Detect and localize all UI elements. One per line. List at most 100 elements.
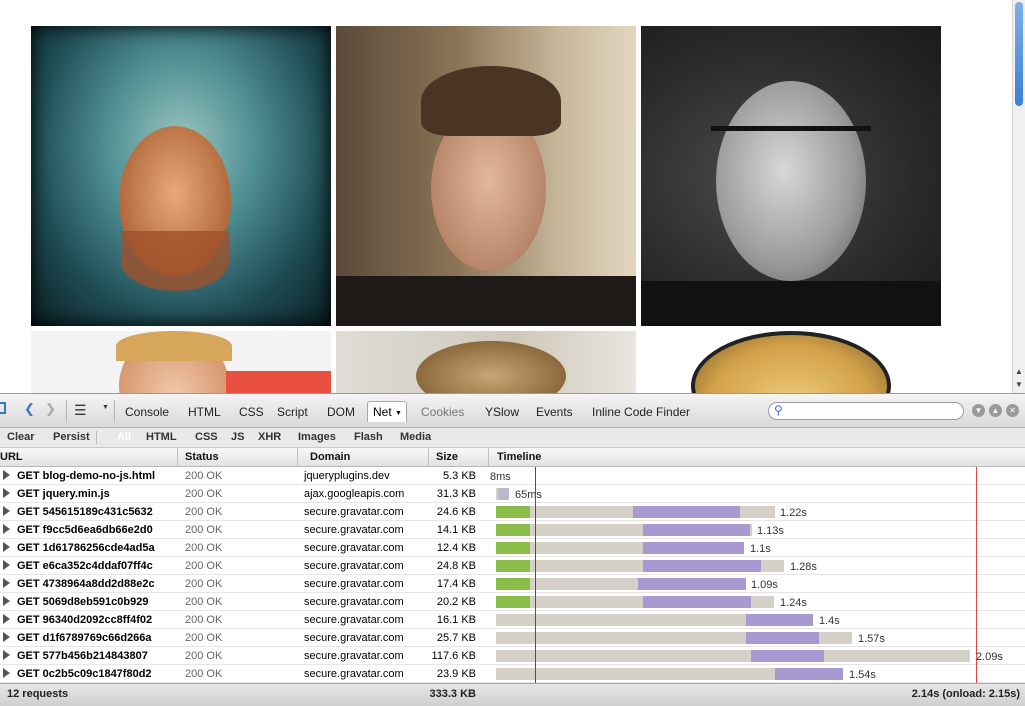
filter-js[interactable]: JS — [231, 431, 244, 443]
tab-net[interactable]: Net ▼ — [367, 401, 407, 422]
request-url[interactable]: GET 4738964a8dd2d88e2c — [17, 578, 167, 590]
expand-triangle-icon[interactable] — [3, 470, 10, 480]
request-status: 200 OK — [185, 596, 223, 608]
inspect-icon[interactable] — [0, 402, 6, 414]
request-domain: secure.gravatar.com — [304, 632, 404, 644]
expand-triangle-icon[interactable] — [3, 668, 10, 678]
timeline-connecting-bar — [496, 578, 530, 590]
column-divider[interactable] — [488, 448, 489, 466]
column-divider[interactable] — [297, 448, 298, 466]
onload-line — [976, 467, 977, 683]
tab-console[interactable]: Console — [125, 405, 169, 419]
request-url[interactable]: GET jquery.min.js — [17, 488, 167, 500]
column-divider[interactable] — [428, 448, 429, 466]
table-row[interactable]: GET 96340d2092cc8ff4f02 200 OK secure.grav… — [0, 611, 1025, 629]
timeline-duration: 1.54s — [849, 669, 876, 681]
request-url[interactable]: GET blog-demo-no-js.html — [17, 470, 167, 482]
tab-script[interactable]: Script — [277, 405, 308, 419]
table-row[interactable]: GET 577b456b214843807 200 OK secure.gravat… — [0, 647, 1025, 665]
request-url[interactable]: GET 96340d2092cc8ff4f02 — [17, 614, 167, 626]
column-size[interactable]: Size — [436, 451, 458, 463]
request-url[interactable]: GET 0c2b5c09c1847f80d2 — [17, 668, 167, 680]
expand-triangle-icon[interactable] — [3, 614, 10, 624]
menu-icon[interactable]: ☰ — [74, 402, 87, 419]
timeline-duration: 1.57s — [858, 633, 885, 645]
tab-cookies[interactable]: Cookies — [421, 405, 464, 419]
table-row[interactable]: GET 4738964a8dd2d88e2c 200 OK secure.grava… — [0, 575, 1025, 593]
column-timeline[interactable]: Timeline — [497, 451, 541, 463]
expand-triangle-icon[interactable] — [3, 488, 10, 498]
filter-images[interactable]: Images — [298, 431, 336, 443]
tab-dom[interactable]: DOM — [327, 405, 355, 419]
menu-dropdown-arrow-icon[interactable]: ▼ — [102, 404, 109, 411]
table-row[interactable]: GET 545615189c431c5632 200 OK secure.grava… — [0, 503, 1025, 521]
request-count: 12 requests — [7, 688, 69, 700]
minimize-icon[interactable]: ▼ — [972, 404, 985, 417]
table-row[interactable]: GET e6ca352c4ddaf07ff4c 200 OK secure.grav… — [0, 557, 1025, 575]
timeline-waiting-bar — [496, 650, 970, 662]
filter-css[interactable]: CSS — [195, 431, 218, 443]
request-url[interactable]: GET d1f6789769c66d266a — [17, 632, 167, 644]
persist-button[interactable]: Persist — [53, 431, 90, 443]
tab-html[interactable]: HTML — [188, 405, 221, 419]
expand-triangle-icon[interactable] — [3, 578, 10, 588]
page-vertical-scrollbar[interactable]: ▲ ▼ — [1012, 0, 1025, 393]
tab-css[interactable]: CSS — [239, 405, 264, 419]
scroll-down-arrow-icon[interactable]: ▼ — [1014, 379, 1024, 391]
net-request-list: GET blog-demo-no-js.html 200 OK jqueryplug… — [0, 467, 1025, 683]
table-row[interactable]: GET blog-demo-no-js.html 200 OK jqueryplug… — [0, 467, 1025, 485]
request-domain: secure.gravatar.com — [304, 668, 404, 680]
expand-triangle-icon[interactable] — [3, 542, 10, 552]
filter-all[interactable]: All — [117, 431, 131, 443]
expand-triangle-icon[interactable] — [3, 506, 10, 516]
expand-triangle-icon[interactable] — [3, 524, 10, 534]
column-status[interactable]: Status — [185, 451, 219, 463]
table-row[interactable]: GET jquery.min.js 200 OK ajax.googleapis.c… — [0, 485, 1025, 503]
column-divider[interactable] — [177, 448, 178, 466]
request-url[interactable]: GET f9cc5d6ea6db66e2d0 — [17, 524, 167, 536]
back-arrow-icon[interactable]: ❮ — [24, 401, 35, 417]
request-url[interactable]: GET e6ca352c4ddaf07ff4c — [17, 560, 167, 572]
column-url[interactable]: URL — [0, 451, 23, 463]
expand-triangle-icon[interactable] — [3, 650, 10, 660]
timeline-receiving-bar — [643, 596, 751, 608]
close-icon[interactable]: ✕ — [1006, 404, 1019, 417]
request-status: 200 OK — [185, 542, 223, 554]
timeline-duration: 1.13s — [757, 525, 784, 537]
tab-yslow[interactable]: YSlow — [485, 405, 519, 419]
detach-icon[interactable]: ▲ — [989, 404, 1002, 417]
request-url[interactable]: GET 5069d8eb591c0b929 — [17, 596, 167, 608]
toolbar-divider — [66, 400, 67, 422]
avatar-image — [336, 26, 636, 326]
request-url[interactable]: GET 1d61786256cde4ad5a — [17, 542, 167, 554]
expand-triangle-icon[interactable] — [3, 560, 10, 570]
request-status: 200 OK — [185, 506, 223, 518]
table-row[interactable]: GET f9cc5d6ea6db66e2d0 200 OK secure.grava… — [0, 521, 1025, 539]
scrollbar-thumb[interactable] — [1015, 2, 1023, 106]
expand-triangle-icon[interactable] — [3, 632, 10, 642]
timeline-duration: 8ms — [490, 471, 511, 483]
filter-xhr[interactable]: XHR — [258, 431, 281, 443]
table-row[interactable]: GET 0c2b5c09c1847f80d2 200 OK secure.grava… — [0, 665, 1025, 683]
search-input[interactable] — [789, 404, 963, 420]
expand-triangle-icon[interactable] — [3, 596, 10, 606]
tab-events[interactable]: Events — [536, 405, 573, 419]
avatar-image — [31, 26, 331, 326]
timeline-duration: 1.4s — [819, 615, 840, 627]
clear-button[interactable]: Clear — [7, 431, 35, 443]
filter-html[interactable]: HTML — [146, 431, 177, 443]
column-domain[interactable]: Domain — [310, 451, 350, 463]
scroll-up-arrow-icon[interactable]: ▲ — [1014, 366, 1024, 378]
request-url[interactable]: GET 545615189c431c5632 — [17, 506, 167, 518]
avatar-image — [336, 331, 636, 393]
filter-flash[interactable]: Flash — [354, 431, 383, 443]
table-row[interactable]: GET 1d61786256cde4ad5a 200 OK secure.grava… — [0, 539, 1025, 557]
table-row[interactable]: GET d1f6789769c66d266a 200 OK secure.grava… — [0, 629, 1025, 647]
tab-inline-code-finder[interactable]: Inline Code Finder — [592, 405, 690, 419]
request-url[interactable]: GET 577b456b214843807 — [17, 650, 167, 662]
forward-arrow-icon[interactable]: ❯ — [45, 401, 56, 417]
filter-media[interactable]: Media — [400, 431, 431, 443]
search-field[interactable]: ⚲ — [768, 402, 964, 420]
request-size: 117.6 KB — [431, 650, 476, 662]
table-row[interactable]: GET 5069d8eb591c0b929 200 OK secure.gravat… — [0, 593, 1025, 611]
